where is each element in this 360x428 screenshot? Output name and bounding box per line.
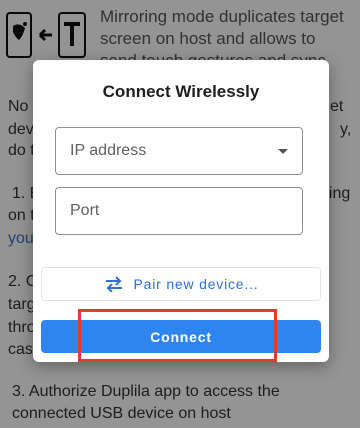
dialog-title: Connect Wirelessly [102, 82, 260, 101]
pair-new-device-button[interactable]: Pair new device... [41, 267, 321, 301]
port-field[interactable]: Port [55, 187, 303, 235]
highlight-box [78, 309, 277, 362]
swap-arrows-icon [105, 276, 122, 292]
pair-new-device-label: Pair new device... [133, 276, 259, 292]
port-placeholder: Port [70, 202, 100, 219]
chevron-down-icon [278, 149, 288, 154]
ip-address-placeholder: IP address [70, 142, 147, 159]
ip-address-dropdown[interactable]: IP address [55, 127, 303, 175]
